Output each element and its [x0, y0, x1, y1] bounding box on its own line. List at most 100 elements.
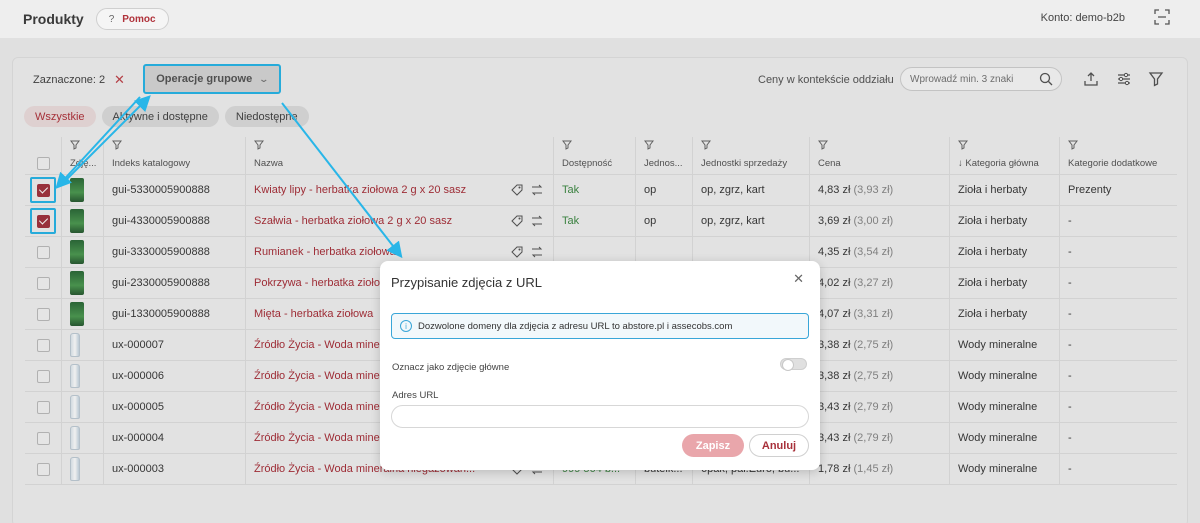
price-net: (3,31 zł) — [853, 308, 894, 320]
column-header[interactable]: Nazwa — [245, 153, 553, 174]
column-filter-icon[interactable] — [818, 140, 828, 150]
extra-categories: - — [1059, 299, 1177, 329]
column-header[interactable]: Cena — [809, 153, 949, 174]
column-header[interactable]: Dostępność — [553, 153, 635, 174]
branch-context-label: Ceny w kontekście oddziału — [758, 74, 894, 86]
product-thumbnail[interactable] — [70, 209, 84, 233]
product-name-link[interactable]: Mięta - herbatka ziołowa — [254, 308, 373, 320]
assign-photo-url-dialog: Przypisanie zdjęcia z URL ✕ i Dozwolone … — [380, 261, 820, 470]
product-name-link[interactable]: Kwiaty lipy - herbatka ziołowa 2 g x 20 … — [254, 184, 466, 196]
product-thumbnail[interactable] — [70, 364, 80, 388]
row-checkbox[interactable] — [36, 369, 50, 383]
row-checkbox[interactable] — [36, 214, 50, 228]
filter-chip-active[interactable]: Aktywne i dostępne — [101, 106, 219, 127]
price-net: (3,93 zł) — [853, 184, 894, 196]
product-name-link[interactable]: Szałwia - herbatka ziołowa 2 g x 20 sasz — [254, 215, 452, 227]
column-filter-icon[interactable] — [958, 140, 968, 150]
main-category: Zioła i herbaty — [949, 299, 1059, 329]
swap-icon[interactable] — [531, 246, 543, 258]
product-name-link[interactable]: Źródło Życia - Woda mine — [254, 370, 380, 382]
column-header[interactable]: Jednostki sprzedaży — [692, 153, 809, 174]
clear-selection-icon[interactable]: ✕ — [114, 72, 125, 88]
product-name-link[interactable]: Rumianek - herbatka ziołowa — [254, 246, 396, 258]
url-input[interactable] — [391, 405, 809, 428]
selected-count: Zaznaczone: 2 — [33, 74, 106, 86]
tag-icon[interactable] — [511, 246, 523, 258]
tag-icon[interactable] — [511, 184, 523, 196]
product-name-link[interactable]: Źródło Życia - Woda mine — [254, 401, 380, 413]
main-photo-label: Oznacz jako zdjęcie główne — [392, 362, 510, 373]
bulk-operations-label: Operacje grupowe — [156, 73, 253, 85]
product-thumbnail[interactable] — [70, 457, 80, 481]
bulk-operations-button[interactable]: Operacje grupowe ⌄ — [143, 64, 281, 94]
product-name-link[interactable]: Źródło Życia - Woda mine — [254, 339, 380, 351]
filter-chip-unavailable[interactable]: Niedostępne — [224, 106, 309, 127]
price-gross: 3,69 zł — [818, 215, 851, 227]
info-icon: i — [400, 320, 412, 332]
product-name-link[interactable]: Pokrzywa - herbatka ziołowa — [254, 277, 394, 289]
column-header[interactable]: ↓ Kategoria główna — [949, 153, 1059, 174]
fullscreen-icon[interactable] — [1154, 9, 1170, 25]
column-filter-icon[interactable] — [70, 140, 80, 150]
search-icon[interactable] — [1039, 72, 1053, 86]
settings-sliders-icon[interactable] — [1116, 71, 1132, 87]
cancel-button[interactable]: Anuluj — [749, 434, 809, 457]
swap-icon[interactable] — [531, 184, 543, 196]
row-checkbox[interactable] — [36, 400, 50, 414]
main-photo-toggle[interactable] — [780, 358, 807, 371]
product-thumbnail[interactable] — [70, 178, 84, 202]
row-checkbox[interactable] — [36, 276, 50, 290]
row-checkbox[interactable] — [36, 307, 50, 321]
table-row[interactable]: gui-5330005900888 Kwiaty lipy - herbatka … — [25, 175, 1177, 206]
top-bar: Produkty ? Pomoc Konto: demo-b2b — [0, 0, 1200, 38]
column-filter-icon[interactable] — [254, 140, 264, 150]
price-net: (2,75 zł) — [853, 370, 894, 382]
close-icon[interactable]: ✕ — [793, 271, 804, 287]
export-icon[interactable] — [1083, 71, 1099, 87]
extra-categories: - — [1059, 268, 1177, 298]
product-thumbnail[interactable] — [70, 240, 84, 264]
column-filter-icon[interactable] — [562, 140, 572, 150]
row-checkbox[interactable] — [36, 431, 50, 445]
filter-chips: Wszystkie Aktywne i dostępne Niedostępne — [24, 106, 309, 127]
product-thumbnail[interactable] — [70, 271, 84, 295]
tag-icon[interactable] — [511, 215, 523, 227]
info-text: Dozwolone domeny dla zdjęcia z adresu UR… — [418, 320, 733, 332]
product-thumbnail[interactable] — [70, 302, 84, 326]
column-filter-icon[interactable] — [112, 140, 122, 150]
filter-icon[interactable] — [1148, 71, 1164, 87]
column-header[interactable]: Jednos... — [635, 153, 692, 174]
product-thumbnail[interactable] — [70, 395, 80, 419]
sales-units: op, zgrz, kart — [692, 175, 809, 205]
column-header[interactable]: Indeks katalogowy — [103, 153, 245, 174]
column-filter-icon[interactable] — [701, 140, 711, 150]
availability: Tak — [553, 175, 635, 205]
product-thumbnail[interactable] — [70, 333, 80, 357]
row-checkbox[interactable] — [36, 462, 50, 476]
row-checkbox[interactable] — [36, 338, 50, 352]
column-header[interactable]: Kategorie dodatkowe — [1059, 153, 1177, 174]
swap-icon[interactable] — [531, 215, 543, 227]
price-gross: 4,07 zł — [818, 308, 851, 320]
save-button[interactable]: Zapisz — [682, 434, 744, 457]
help-button[interactable]: ? Pomoc — [95, 8, 169, 30]
row-checkbox[interactable] — [36, 183, 50, 197]
column-header[interactable]: Zdję... — [61, 153, 103, 174]
product-name-link[interactable]: Źródło Życia - Woda mine — [254, 432, 380, 444]
product-thumbnail[interactable] — [70, 426, 80, 450]
filter-chip-all[interactable]: Wszystkie — [24, 106, 96, 127]
column-filter-icon[interactable] — [1068, 140, 1078, 150]
table-row[interactable]: gui-4330005900888 Szałwia - herbatka zioł… — [25, 206, 1177, 237]
price-gross: 1,78 zł — [818, 463, 851, 475]
column-filter-icon[interactable] — [644, 140, 654, 150]
sales-units: op, zgrz, kart — [692, 206, 809, 236]
catalog-index: ux-000004 — [103, 423, 245, 453]
main-category: Zioła i herbaty — [949, 175, 1059, 205]
table-header-row: Zdję... Indeks katalogowy Nazwa Dostępno… — [25, 153, 1177, 175]
account-label: Konto: demo-b2b — [1040, 12, 1125, 24]
catalog-index: ux-000007 — [103, 330, 245, 360]
price-net: (3,54 zł) — [853, 246, 894, 258]
select-all-checkbox[interactable] — [36, 157, 50, 170]
search-input[interactable] — [901, 68, 1031, 90]
row-checkbox[interactable] — [36, 245, 50, 259]
